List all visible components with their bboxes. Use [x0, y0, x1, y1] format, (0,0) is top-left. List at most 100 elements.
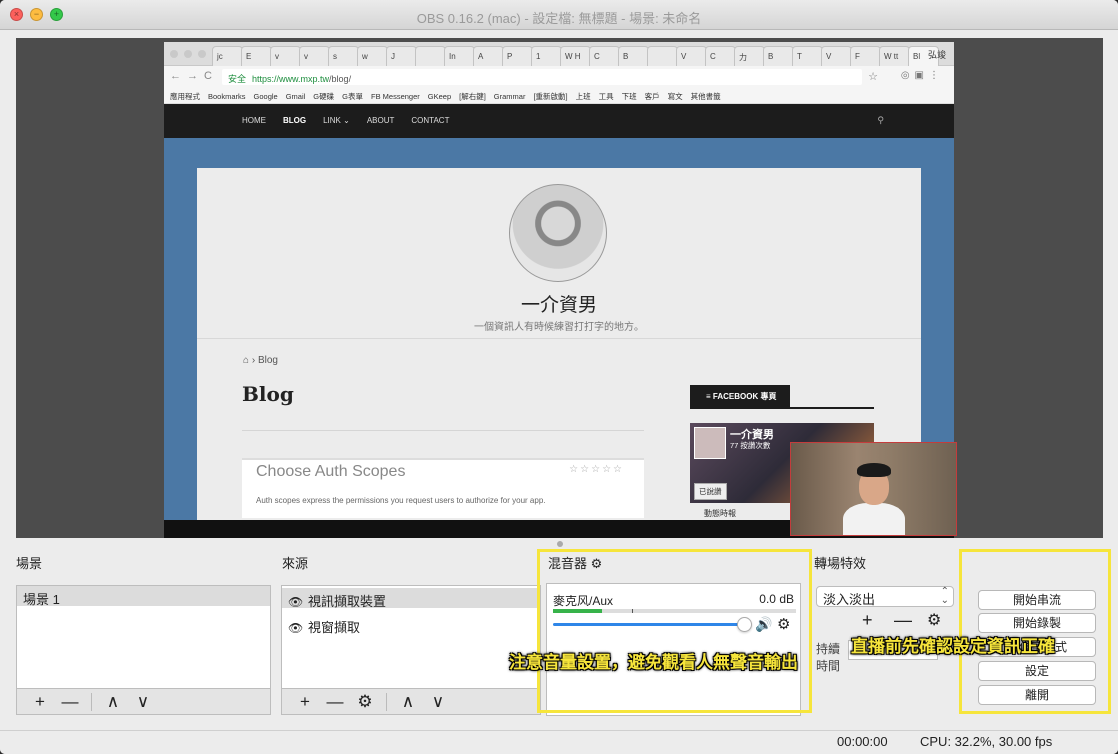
url-prefix: https://: [252, 74, 280, 84]
bookmark-item: Bookmarks: [208, 92, 246, 101]
browser-tab: jc: [212, 46, 243, 66]
bookmark-item: 寫文: [667, 92, 683, 101]
browser-tab: 力: [734, 46, 765, 66]
browser-tab: 1: [531, 46, 562, 66]
scenes-toolbar: + — ∧ ∨: [16, 689, 271, 715]
secure-label: 安全: [228, 74, 247, 84]
select-arrows-icon: ⌃ ⌄: [940, 586, 949, 606]
source-item[interactable]: 👁 視訊擷取裝置: [282, 588, 540, 609]
browser-user-label: 弘竣: [927, 50, 946, 60]
browser-tab: E: [241, 46, 272, 66]
remove-transition-button[interactable]: —: [894, 610, 912, 631]
browser-tab: P: [502, 46, 533, 66]
move-scene-up-button[interactable]: ∧: [98, 693, 128, 710]
browser-tab: J: [386, 46, 417, 66]
transitions-title: 轉場特效: [814, 556, 867, 571]
controls-callout-text: 直播前先確認設定資訊正確: [851, 637, 1055, 656]
cpu-fps-readout: CPU: 32.2%, 30.00 fps: [920, 734, 1053, 749]
add-source-button[interactable]: +: [290, 693, 320, 710]
page-heading: Blog: [242, 382, 294, 406]
site-nav-item: ABOUT: [366, 116, 395, 125]
transition-duration-label: 持續時間: [816, 642, 841, 673]
browser-tab: A: [473, 46, 504, 66]
splitter-handle[interactable]: [557, 541, 563, 547]
bookmark-item: G硬碟: [313, 92, 335, 101]
site-nav-item: HOME: [242, 116, 266, 125]
post-rating-stars: ☆☆☆☆☆: [569, 464, 624, 475]
browser-address-bar: ←→C 安全 https://www.mxp.tw/blog/ ☆ ◎▣⋮: [164, 66, 954, 88]
remove-scene-button[interactable]: —: [55, 693, 85, 710]
move-scene-down-button[interactable]: ∨: [128, 693, 158, 710]
visibility-eye-icon[interactable]: 👁: [288, 595, 304, 609]
visibility-eye-icon[interactable]: 👁: [288, 621, 304, 635]
site-title: 一介資男: [520, 294, 597, 316]
browser-tab: v: [270, 46, 301, 66]
scenes-list[interactable]: 場景 1: [16, 585, 271, 689]
source-properties-gear-icon[interactable]: ⚙: [350, 693, 380, 710]
browser-extension-icons: ◎▣⋮: [900, 70, 944, 81]
browser-tab: F: [850, 46, 881, 66]
facebook-like-count: 77 按讚次數: [730, 441, 771, 450]
browser-tab-strip: jc Ev v s w J In A P 1 W HCBVC力BTVFW tt Bl 弘竣: [164, 42, 954, 66]
bookmark-star-icon: ☆: [868, 71, 878, 83]
bookmark-item: FB Messenger: [370, 92, 420, 101]
scene-item[interactable]: 場景 1: [17, 586, 270, 607]
source-item[interactable]: 👁 視窗擷取: [282, 614, 540, 635]
sources-list[interactable]: 👁 視訊擷取裝置 👁 視窗擷取: [281, 585, 541, 689]
move-source-up-button[interactable]: ∧: [393, 693, 423, 710]
mixer-callout-text: 注意音量設置，避免觀看人無聲音輸出: [509, 653, 798, 672]
preview-canvas[interactable]: jc Ev v s w J In A P 1 W HCBVC力BTVFW tt Bl 弘竣 ←→C 安…: [16, 38, 1103, 538]
browser-nav-icons: ←→C: [170, 70, 218, 82]
site-navbar: HOME BLOG LINK ⌄ ABOUT CONTACT ⚲: [164, 104, 954, 138]
bookmark-item: 上班: [575, 92, 591, 101]
title-bar: × − + OBS 0.16.2 (mac) - 設定檔: 無標題 - 場景: …: [0, 0, 1118, 30]
bookmark-item: 其他書籤: [690, 92, 721, 101]
browser-tab: w: [357, 46, 388, 66]
transition-gear-icon[interactable]: ⚙: [927, 610, 941, 630]
bookmark-item: Google: [253, 92, 278, 101]
site-search-icon: ⚲: [877, 115, 884, 125]
mixer-highlight-frame: [537, 549, 812, 713]
browser-tab: V: [821, 46, 852, 66]
browser-tab: B: [618, 46, 649, 66]
sources-toolbar: + — ⚙ ∧ ∨: [281, 689, 541, 715]
add-scene-button[interactable]: +: [25, 693, 55, 710]
browser-url-field: 安全 https://www.mxp.tw/blog/: [222, 69, 862, 85]
window-title: OBS 0.16.2 (mac) - 設定檔: 無標題 - 場景: 未命名: [416, 11, 702, 26]
sources-title: 來源: [282, 556, 309, 571]
browser-tab: T: [792, 46, 823, 66]
site-nav-item: LINK ⌄: [323, 116, 350, 125]
browser-tab: In: [444, 46, 475, 66]
post-title: Choose Auth Scopes: [256, 463, 406, 480]
bookmarks-bar: 應用程式 Bookmarks Google Gmail G硬碟 G表單 FB Messeng…: [164, 88, 954, 104]
url-host: www.mxp.tw: [279, 74, 330, 84]
author-avatar: [509, 184, 607, 282]
facebook-page-thumbnail: [694, 427, 726, 459]
browser-tab: W H: [560, 46, 591, 66]
move-source-down-button[interactable]: ∨: [423, 693, 453, 710]
bookmark-item: [解右鍵]: [459, 92, 486, 101]
browser-tab: v: [299, 46, 330, 66]
obs-window: × − + OBS 0.16.2 (mac) - 設定檔: 無標題 - 場景: …: [0, 0, 1118, 754]
browser-tab: s: [328, 46, 359, 66]
browser-tab: C: [705, 46, 736, 66]
post-excerpt: Auth scopes express the permissions you …: [256, 496, 546, 505]
bookmark-item: 客戶: [644, 92, 660, 101]
site-nav-item: BLOG: [283, 116, 307, 125]
browser-tab: B: [763, 46, 794, 66]
browser-tab: W tt: [879, 46, 910, 66]
bookmark-item: 下班: [621, 92, 637, 101]
bookmark-item: G表單: [342, 92, 363, 101]
transition-select[interactable]: 淡入淡出 ⌃ ⌄: [816, 586, 954, 607]
bookmark-item: GKeep: [427, 92, 452, 101]
breadcrumb: ⌂ › Blog: [243, 355, 278, 366]
remove-source-button[interactable]: —: [320, 693, 350, 710]
add-transition-button[interactable]: +: [862, 610, 873, 631]
bookmark-item: 應用程式: [170, 92, 200, 101]
home-icon: ⌂: [243, 355, 250, 366]
browser-tab: [647, 46, 678, 66]
webcam-source-overlay[interactable]: [790, 442, 957, 536]
browser-tab: C: [589, 46, 620, 66]
stream-time: 00:00:00: [837, 734, 888, 749]
bookmark-item: 工具: [598, 92, 614, 101]
